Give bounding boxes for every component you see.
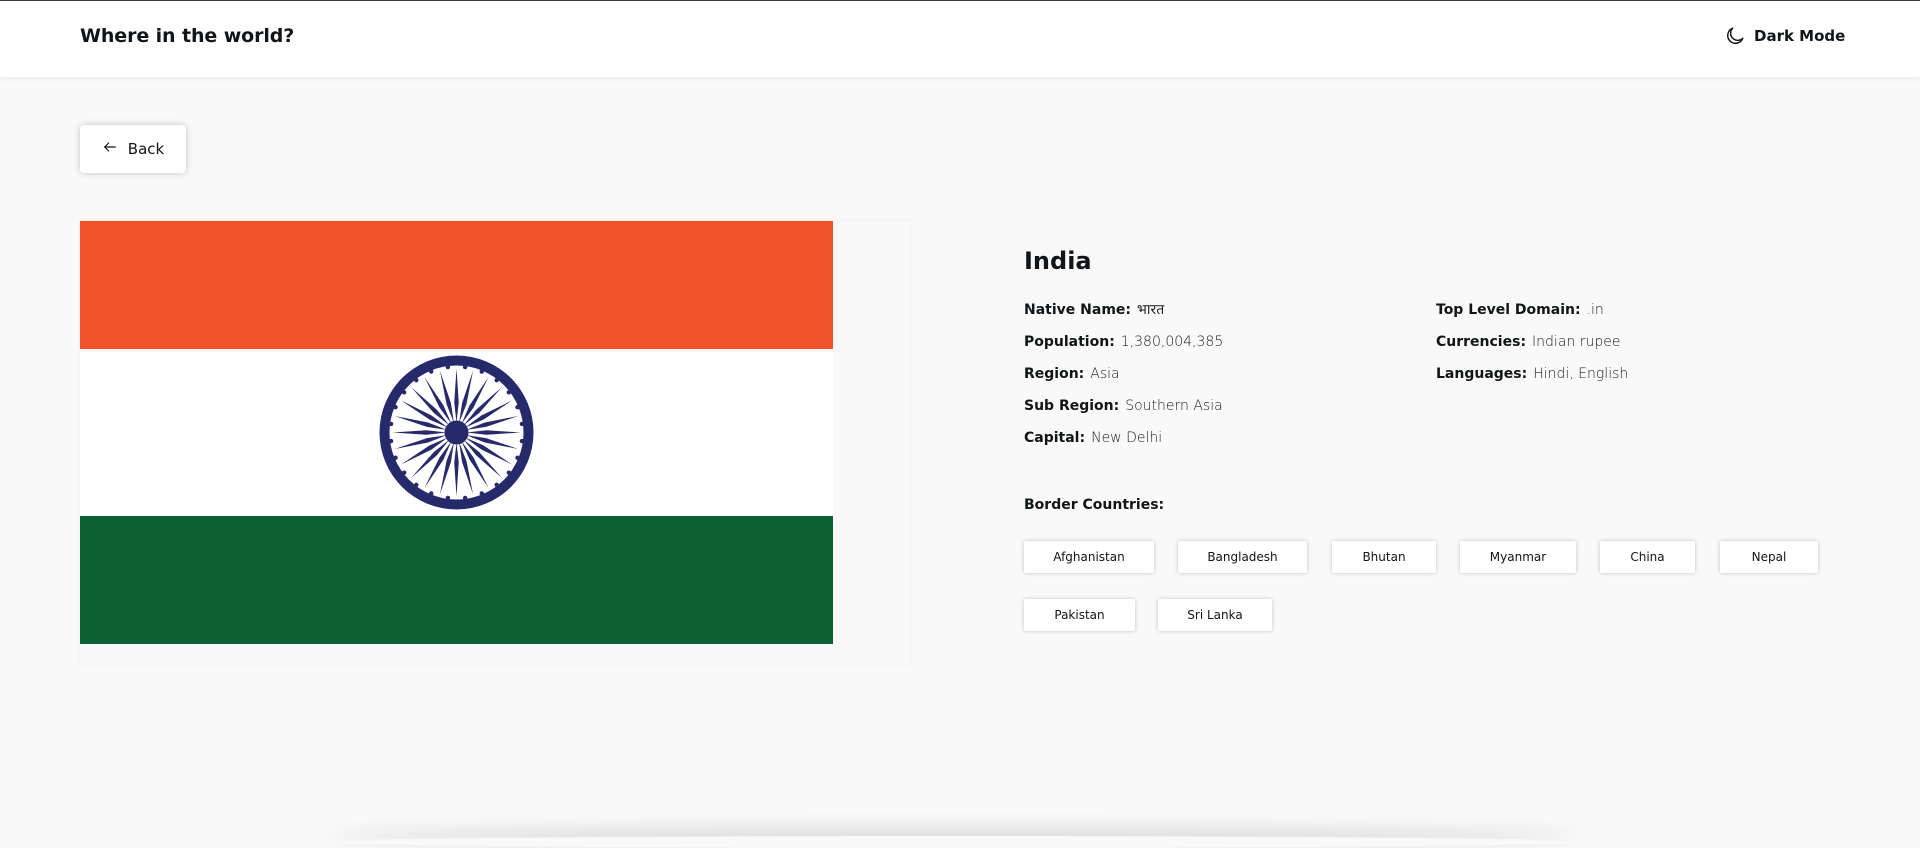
capital-label: Capital: bbox=[1024, 430, 1086, 446]
capital-value: New Delhi bbox=[1091, 430, 1163, 446]
population-value: 1,380,004,385 bbox=[1120, 334, 1224, 350]
top-level-domain-label: Top Level Domain: bbox=[1436, 302, 1581, 318]
border-country-bhutan[interactable]: Bhutan bbox=[1332, 541, 1436, 573]
region-value: Asia bbox=[1090, 366, 1120, 382]
region-label: Region: bbox=[1024, 366, 1085, 382]
back-button-label: Back bbox=[127, 140, 165, 158]
currencies-label: Currencies: bbox=[1436, 334, 1527, 350]
top-level-domain-value: .in bbox=[1586, 302, 1604, 318]
languages-row: Languages: Hindi, English bbox=[1436, 364, 1628, 396]
details-column-right: Top Level Domain: .in Currencies: Indian r… bbox=[1436, 300, 1628, 396]
native-name-row: Native Name: भारत bbox=[1024, 300, 1223, 332]
population-row: Population: 1,380,004,385 bbox=[1024, 332, 1223, 364]
native-name-label: Native Name: bbox=[1024, 302, 1131, 318]
capital-row: Capital: New Delhi bbox=[1024, 428, 1223, 460]
native-name-value: भारत bbox=[1137, 302, 1165, 318]
border-country-china[interactable]: China bbox=[1600, 541, 1695, 573]
border-country-sri-lanka[interactable]: Sri Lanka bbox=[1158, 599, 1272, 631]
flag-card bbox=[80, 221, 911, 665]
flag-stripe-saffron bbox=[80, 221, 833, 349]
country-flag bbox=[80, 221, 833, 644]
border-countries-label: Border Countries: bbox=[1024, 497, 1165, 513]
currencies-value: Indian rupee bbox=[1532, 334, 1621, 350]
app-header: Where in the world? Dark Mode bbox=[0, 1, 1920, 77]
flag-stripe-green bbox=[80, 516, 833, 644]
border-country-bangladesh[interactable]: Bangladesh bbox=[1178, 541, 1307, 573]
border-country-myanmar[interactable]: Myanmar bbox=[1460, 541, 1576, 573]
border-country-afghanistan[interactable]: Afghanistan bbox=[1024, 541, 1154, 573]
dark-mode-label: Dark Mode bbox=[1754, 27, 1846, 45]
border-country-nepal[interactable]: Nepal bbox=[1720, 541, 1818, 573]
sub-region-row: Sub Region: Southern Asia bbox=[1024, 396, 1223, 428]
details-column-left: Native Name: भारत Population: 1,380,004,38… bbox=[1024, 300, 1223, 460]
population-label: Population: bbox=[1024, 334, 1115, 350]
region-row: Region: Asia bbox=[1024, 364, 1223, 396]
languages-value: Hindi, English bbox=[1533, 366, 1629, 382]
sub-region-label: Sub Region: bbox=[1024, 398, 1120, 414]
border-country-pakistan[interactable]: Pakistan bbox=[1024, 599, 1135, 631]
ashoka-chakra bbox=[379, 355, 534, 510]
moon-icon bbox=[1724, 25, 1746, 47]
bottom-card-shadow bbox=[330, 836, 1580, 848]
sub-region-value: Southern Asia bbox=[1125, 398, 1223, 414]
languages-label: Languages: bbox=[1436, 366, 1528, 382]
top-level-domain-row: Top Level Domain: .in bbox=[1436, 300, 1628, 332]
back-button[interactable]: Back bbox=[80, 125, 186, 173]
dark-mode-toggle[interactable]: Dark Mode bbox=[1724, 25, 1845, 47]
arrow-left-icon bbox=[102, 139, 118, 159]
india-flag-image bbox=[80, 221, 833, 644]
country-name: India bbox=[1024, 247, 1092, 275]
currencies-row: Currencies: Indian rupee bbox=[1436, 332, 1628, 364]
app-title: Where in the world? bbox=[80, 25, 295, 47]
